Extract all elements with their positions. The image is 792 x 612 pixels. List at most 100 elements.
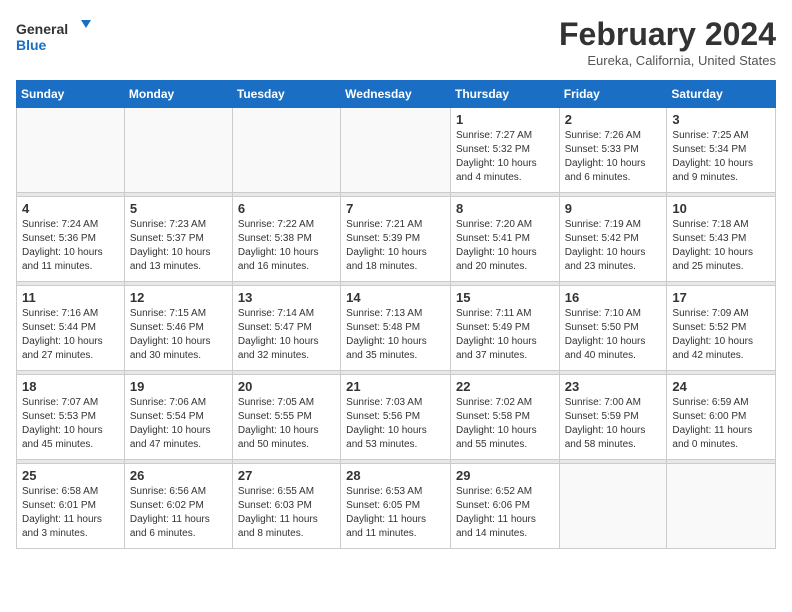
calendar-cell: 21 Sunrise: 7:03 AM Sunset: 5:56 PM Dayli…: [341, 375, 451, 460]
day-info: Sunrise: 7:06 AM Sunset: 5:54 PM Dayligh…: [130, 396, 227, 452]
day-number: 26: [130, 468, 227, 483]
day-info: Sunrise: 7:26 AM Sunset: 5:33 PM Dayligh…: [565, 129, 662, 185]
day-number: 20: [238, 379, 335, 394]
calendar-cell: [667, 464, 776, 549]
calendar-cell: 7 Sunrise: 7:21 AM Sunset: 5:39 PM Daylig…: [341, 197, 451, 282]
day-number: 4: [22, 201, 119, 216]
calendar-cell: [232, 108, 340, 193]
day-number: 17: [672, 290, 770, 305]
day-info: Sunrise: 7:16 AM Sunset: 5:44 PM Dayligh…: [22, 307, 119, 363]
day-info: Sunrise: 7:19 AM Sunset: 5:42 PM Dayligh…: [565, 218, 662, 274]
svg-text:Blue: Blue: [16, 37, 47, 53]
day-info: Sunrise: 7:21 AM Sunset: 5:39 PM Dayligh…: [346, 218, 445, 274]
calendar-cell: 15 Sunrise: 7:11 AM Sunset: 5:49 PM Dayli…: [450, 286, 559, 371]
day-number: 18: [22, 379, 119, 394]
day-number: 11: [22, 290, 119, 305]
day-number: 27: [238, 468, 335, 483]
day-number: 15: [456, 290, 554, 305]
calendar-cell: 24Sunrise: 6:59 AM Sunset: 6:00 PM Dayli…: [667, 375, 776, 460]
day-info: Sunrise: 7:03 AM Sunset: 5:56 PM Dayligh…: [346, 396, 445, 452]
calendar-cell: 17Sunrise: 7:09 AM Sunset: 5:52 PM Dayli…: [667, 286, 776, 371]
svg-text:General: General: [16, 21, 68, 37]
calendar-cell: 12 Sunrise: 7:15 AM Sunset: 5:46 PM Dayli…: [124, 286, 232, 371]
day-number: 25: [22, 468, 119, 483]
day-number: 16: [565, 290, 662, 305]
day-info: Sunrise: 7:05 AM Sunset: 5:55 PM Dayligh…: [238, 396, 335, 452]
calendar-week-row: 18 Sunrise: 7:07 AM Sunset: 5:53 PM Dayli…: [17, 375, 776, 460]
calendar-cell: 9 Sunrise: 7:19 AM Sunset: 5:42 PM Daylig…: [559, 197, 667, 282]
day-number: 1: [456, 112, 554, 127]
calendar-cell: 14Sunrise: 7:13 AM Sunset: 5:48 PM Dayli…: [341, 286, 451, 371]
day-number: 12: [130, 290, 227, 305]
calendar-week-row: 25 Sunrise: 6:58 AM Sunset: 6:01 PM Dayli…: [17, 464, 776, 549]
weekday-header-row: SundayMondayTuesdayWednesdayThursdayFrid…: [17, 81, 776, 108]
logo: General Blue: [16, 16, 96, 56]
day-info: Sunrise: 7:00 AM Sunset: 5:59 PM Dayligh…: [565, 396, 662, 452]
calendar-cell: 18 Sunrise: 7:07 AM Sunset: 5:53 PM Dayli…: [17, 375, 125, 460]
logo-svg: General Blue: [16, 16, 96, 56]
calendar-cell: 19 Sunrise: 7:06 AM Sunset: 5:54 PM Dayli…: [124, 375, 232, 460]
calendar-cell: 6 Sunrise: 7:22 AM Sunset: 5:38 PM Daylig…: [232, 197, 340, 282]
day-info: Sunrise: 6:52 AM Sunset: 6:06 PM Dayligh…: [456, 485, 554, 541]
day-info: Sunrise: 6:58 AM Sunset: 6:01 PM Dayligh…: [22, 485, 119, 541]
day-number: 7: [346, 201, 445, 216]
day-info: Sunrise: 7:11 AM Sunset: 5:49 PM Dayligh…: [456, 307, 554, 363]
day-number: 10: [672, 201, 770, 216]
day-info: Sunrise: 7:07 AM Sunset: 5:53 PM Dayligh…: [22, 396, 119, 452]
day-info: Sunrise: 7:24 AM Sunset: 5:36 PM Dayligh…: [22, 218, 119, 274]
weekday-header: Saturday: [667, 81, 776, 108]
day-number: 28: [346, 468, 445, 483]
day-info: Sunrise: 7:25 AM Sunset: 5:34 PM Dayligh…: [672, 129, 770, 185]
calendar-cell: 1 Sunrise: 7:27 AM Sunset: 5:32 PM Daylig…: [450, 108, 559, 193]
calendar-cell: 26 Sunrise: 6:56 AM Sunset: 6:02 PM Dayli…: [124, 464, 232, 549]
weekday-header: Thursday: [450, 81, 559, 108]
calendar-cell: [341, 108, 451, 193]
day-info: Sunrise: 6:53 AM Sunset: 6:05 PM Dayligh…: [346, 485, 445, 541]
day-info: Sunrise: 7:14 AM Sunset: 5:47 PM Dayligh…: [238, 307, 335, 363]
day-info: Sunrise: 7:02 AM Sunset: 5:58 PM Dayligh…: [456, 396, 554, 452]
calendar-cell: [17, 108, 125, 193]
calendar-cell: 20 Sunrise: 7:05 AM Sunset: 5:55 PM Dayli…: [232, 375, 340, 460]
calendar-cell: 2 Sunrise: 7:26 AM Sunset: 5:33 PM Daylig…: [559, 108, 667, 193]
day-info: Sunrise: 7:15 AM Sunset: 5:46 PM Dayligh…: [130, 307, 227, 363]
calendar-cell: 3Sunrise: 7:25 AM Sunset: 5:34 PM Daylig…: [667, 108, 776, 193]
title-area: February 2024 Eureka, California, United…: [559, 16, 776, 68]
calendar-cell: 29 Sunrise: 6:52 AM Sunset: 6:06 PM Dayli…: [450, 464, 559, 549]
calendar-week-row: 1 Sunrise: 7:27 AM Sunset: 5:32 PM Daylig…: [17, 108, 776, 193]
day-number: 2: [565, 112, 662, 127]
calendar-cell: 28 Sunrise: 6:53 AM Sunset: 6:05 PM Dayli…: [341, 464, 451, 549]
location: Eureka, California, United States: [559, 53, 776, 68]
calendar-cell: 5 Sunrise: 7:23 AM Sunset: 5:37 PM Daylig…: [124, 197, 232, 282]
day-info: Sunrise: 6:55 AM Sunset: 6:03 PM Dayligh…: [238, 485, 335, 541]
day-info: Sunrise: 7:27 AM Sunset: 5:32 PM Dayligh…: [456, 129, 554, 185]
calendar-cell: 11 Sunrise: 7:16 AM Sunset: 5:44 PM Dayli…: [17, 286, 125, 371]
calendar-cell: 4 Sunrise: 7:24 AM Sunset: 5:36 PM Daylig…: [17, 197, 125, 282]
month-title: February 2024: [559, 16, 776, 53]
calendar-cell: 25 Sunrise: 6:58 AM Sunset: 6:01 PM Dayli…: [17, 464, 125, 549]
day-number: 24: [672, 379, 770, 394]
day-info: Sunrise: 7:22 AM Sunset: 5:38 PM Dayligh…: [238, 218, 335, 274]
calendar-cell: 23Sunrise: 7:00 AM Sunset: 5:59 PM Dayli…: [559, 375, 667, 460]
day-number: 29: [456, 468, 554, 483]
day-info: Sunrise: 7:23 AM Sunset: 5:37 PM Dayligh…: [130, 218, 227, 274]
day-info: Sunrise: 6:56 AM Sunset: 6:02 PM Dayligh…: [130, 485, 227, 541]
calendar-cell: 22 Sunrise: 7:02 AM Sunset: 5:58 PM Dayli…: [450, 375, 559, 460]
calendar-week-row: 4 Sunrise: 7:24 AM Sunset: 5:36 PM Daylig…: [17, 197, 776, 282]
calendar: SundayMondayTuesdayWednesdayThursdayFrid…: [16, 80, 776, 549]
day-number: 19: [130, 379, 227, 394]
day-number: 9: [565, 201, 662, 216]
page-header: General Blue February 2024 Eureka, Calif…: [16, 16, 776, 68]
calendar-week-row: 11 Sunrise: 7:16 AM Sunset: 5:44 PM Dayli…: [17, 286, 776, 371]
day-info: Sunrise: 7:13 AM Sunset: 5:48 PM Dayligh…: [346, 307, 445, 363]
calendar-cell: 27 Sunrise: 6:55 AM Sunset: 6:03 PM Dayli…: [232, 464, 340, 549]
day-number: 22: [456, 379, 554, 394]
day-info: Sunrise: 7:18 AM Sunset: 5:43 PM Dayligh…: [672, 218, 770, 274]
day-number: 21: [346, 379, 445, 394]
day-number: 6: [238, 201, 335, 216]
day-number: 8: [456, 201, 554, 216]
day-number: 5: [130, 201, 227, 216]
day-info: Sunrise: 7:10 AM Sunset: 5:50 PM Dayligh…: [565, 307, 662, 363]
calendar-cell: 10 Sunrise: 7:18 AM Sunset: 5:43 PM Dayli…: [667, 197, 776, 282]
calendar-cell: 13Sunrise: 7:14 AM Sunset: 5:47 PM Dayli…: [232, 286, 340, 371]
weekday-header: Wednesday: [341, 81, 451, 108]
